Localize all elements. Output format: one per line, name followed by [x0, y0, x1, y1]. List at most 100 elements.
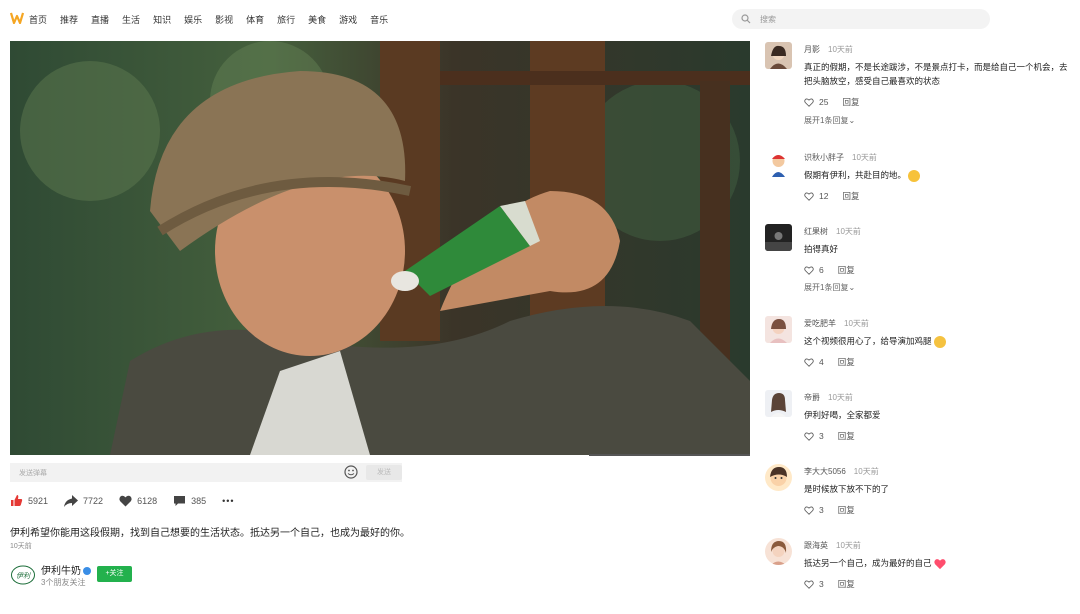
comment-text: 伊利好喝，全家都爱: [804, 410, 881, 420]
nav-item-knowledge[interactable]: 知识: [153, 13, 171, 26]
like-count: 5921: [28, 495, 49, 506]
comment-username[interactable]: 李大大5056: [804, 467, 846, 476]
comment-username[interactable]: 爱吃肥羊: [804, 319, 836, 328]
comment-like-count: 4: [819, 357, 824, 367]
more-icon: •••: [222, 495, 235, 506]
comment-like-count: 3: [819, 505, 824, 515]
comment-username[interactable]: 月影: [804, 45, 820, 54]
comment-actions: 3 回复: [804, 578, 855, 590]
reply-button[interactable]: 回复: [842, 190, 859, 202]
author-name[interactable]: 伊利牛奶: [41, 562, 91, 577]
share-icon: [64, 494, 79, 507]
send-danmu-button[interactable]: 发送: [366, 465, 402, 480]
author-friends: 3个朋友关注: [41, 578, 86, 587]
nav-item-sports[interactable]: 体育: [246, 13, 264, 26]
comment-button[interactable]: 385: [173, 495, 206, 507]
nav-item-travel[interactable]: 旅行: [277, 13, 295, 26]
video-actions: 5921 7722 6128 385 •••: [10, 494, 251, 507]
avatar[interactable]: [765, 224, 792, 251]
comment-text: 这个视频很用心了，给导演加鸡腿: [804, 334, 1068, 348]
nav-item-games[interactable]: 游戏: [339, 13, 357, 26]
author-logo-text: 伊利: [16, 572, 31, 580]
follow-button[interactable]: +关注: [97, 566, 132, 582]
heart-outline-icon[interactable]: [804, 97, 814, 107]
expand-replies[interactable]: 展开1条回复⌄: [804, 282, 855, 293]
reply-button[interactable]: 回复: [842, 96, 859, 108]
comment-actions: 3 回复: [804, 430, 855, 442]
nav-item-food[interactable]: 美食: [308, 13, 326, 26]
heart-outline-icon[interactable]: [804, 431, 814, 441]
video-progress-bar[interactable]: [589, 454, 750, 456]
heart-outline-icon[interactable]: [804, 357, 814, 367]
avatar[interactable]: [765, 464, 792, 491]
comment-actions: 25 回复: [804, 96, 859, 108]
emoji-icon: [908, 169, 921, 182]
comment-text: 拍得真好: [804, 244, 839, 254]
expand-replies[interactable]: 展开1条回复⌄: [804, 115, 855, 126]
avatar[interactable]: [765, 150, 792, 177]
comment-like-count: 25: [819, 97, 829, 107]
top-nav: 首页 推荐 直播 生活 知识 娱乐 影视 体育 旅行 美食 游戏 音乐: [29, 13, 401, 26]
search-icon: [741, 14, 751, 24]
nav-item-recommend[interactable]: 推荐: [60, 13, 78, 26]
comment-time: 10天前: [836, 541, 861, 550]
comment-time: 10天前: [852, 153, 877, 162]
video-description: 伊利希望你能用这段假期，找到自己想要的生活状态。抵达另一个自己，也成为最好的你。: [10, 528, 410, 539]
search-box[interactable]: 搜索: [732, 9, 990, 29]
comment-count: 385: [191, 495, 207, 506]
avatar[interactable]: [765, 42, 792, 69]
avatar[interactable]: [765, 538, 792, 565]
search-input[interactable]: 搜索: [760, 14, 776, 25]
comment-username[interactable]: 帝爵: [804, 393, 820, 402]
reply-button[interactable]: 回复: [838, 504, 855, 516]
comment-like-count: 6: [819, 265, 824, 275]
video-player[interactable]: [10, 41, 750, 455]
comment-username[interactable]: 红果树: [804, 227, 828, 236]
logo-icon[interactable]: [10, 12, 24, 24]
reply-button[interactable]: 回复: [838, 264, 855, 276]
heart-icon: [119, 495, 132, 506]
more-button[interactable]: •••: [222, 496, 234, 506]
video-frame: [10, 41, 750, 455]
reply-button[interactable]: 回复: [838, 356, 855, 368]
share-count: 7722: [83, 495, 104, 506]
reply-button[interactable]: 回复: [838, 578, 855, 590]
heart-outline-icon[interactable]: [804, 265, 814, 275]
author-name-text: 伊利牛奶: [41, 566, 81, 577]
nav-item-life[interactable]: 生活: [122, 13, 140, 26]
comment-username[interactable]: 跟海英: [804, 541, 828, 550]
avatar[interactable]: [765, 316, 792, 343]
nav-item-entertainment[interactable]: 娱乐: [184, 13, 202, 26]
comment-time: 10天前: [844, 319, 869, 328]
top-bar: 首页 推荐 直播 生活 知识 娱乐 影视 体育 旅行 美食 游戏 音乐 搜索: [0, 0, 1080, 38]
comment-time: 10天前: [828, 45, 853, 54]
comment-icon: [174, 495, 186, 506]
comment-like-count: 12: [819, 191, 829, 201]
nav-item-live[interactable]: 直播: [91, 13, 109, 26]
reply-button[interactable]: 回复: [838, 430, 855, 442]
like-button[interactable]: 5921: [10, 494, 48, 507]
comment-text-content: 假期有伊利，共赴目的地。: [804, 170, 907, 180]
nav-item-music[interactable]: 音乐: [370, 13, 388, 26]
heart-outline-icon[interactable]: [804, 191, 814, 201]
favorite-button[interactable]: 6128: [119, 495, 157, 507]
share-button[interactable]: 7722: [64, 494, 104, 507]
comment-actions: 3 回复: [804, 504, 855, 516]
comment-text: 是时候放下放不下的了: [804, 484, 890, 494]
comment-time: 10天前: [836, 227, 861, 236]
danmu-placeholder: 发送弹幕: [19, 470, 47, 477]
comment-text: 真正的假期，不是长途跋涉，不是景点打卡，而是给自己一个机会，去把头脑放空，感受自…: [804, 62, 1068, 86]
comment-text-content: 抵达另一个自己，成为最好的自己: [804, 558, 932, 568]
nav-item-film[interactable]: 影视: [215, 13, 233, 26]
heart-outline-icon[interactable]: [804, 579, 814, 589]
author-avatar[interactable]: 伊利: [11, 565, 35, 585]
avatar[interactable]: [765, 390, 792, 417]
heart-outline-icon[interactable]: [804, 505, 814, 515]
emoji-icon[interactable]: [344, 465, 358, 479]
verified-icon: [83, 567, 91, 576]
nav-item-home[interactable]: 首页: [29, 13, 47, 26]
comment-time: 10天前: [853, 467, 879, 476]
comment-text-content: 这个视频很用心了，给导演加鸡腿: [804, 336, 932, 346]
thumbs-up-icon: [11, 495, 23, 506]
comment-username[interactable]: 识秋小胖子: [804, 153, 844, 162]
